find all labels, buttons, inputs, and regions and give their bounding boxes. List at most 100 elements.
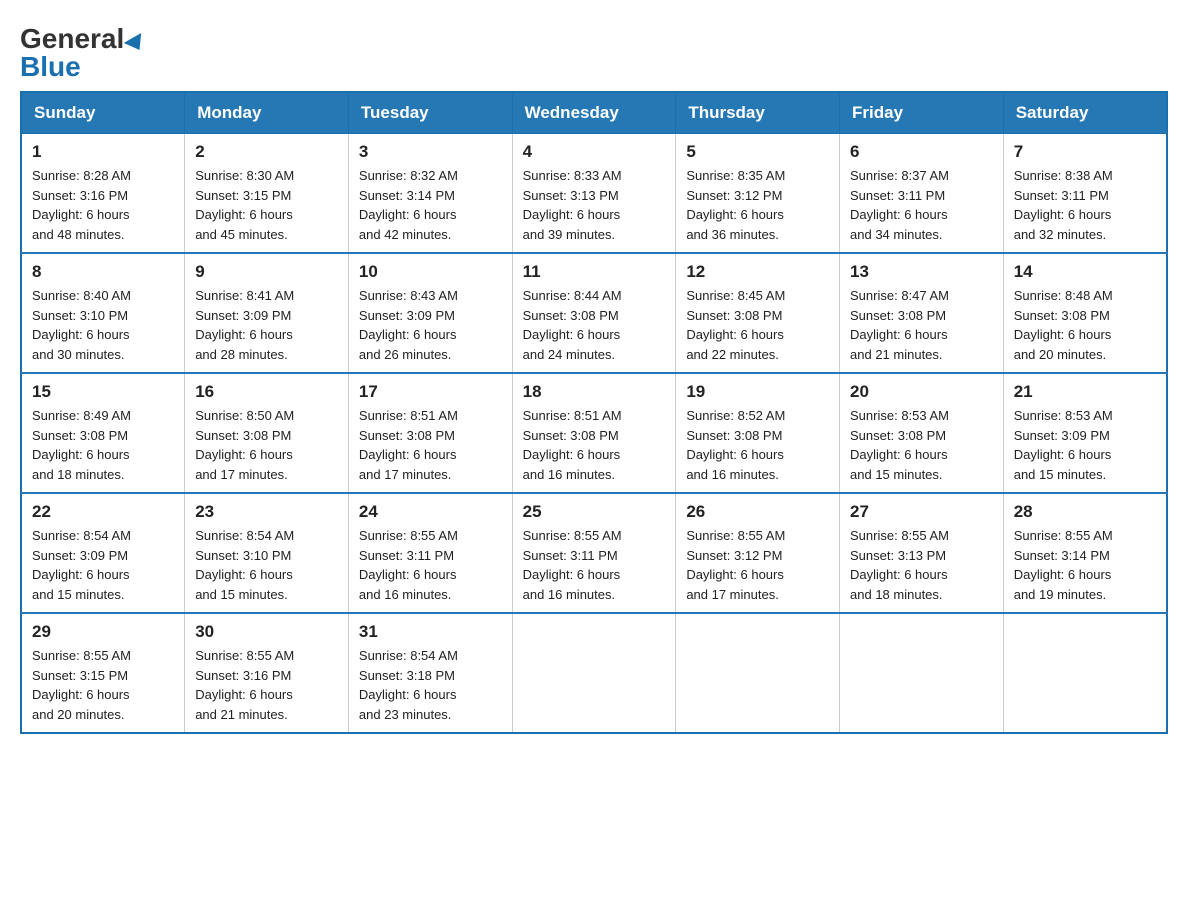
day-info: Sunrise: 8:40 AM Sunset: 3:10 PM Dayligh… xyxy=(32,286,174,364)
day-info: Sunrise: 8:48 AM Sunset: 3:08 PM Dayligh… xyxy=(1014,286,1156,364)
day-number: 9 xyxy=(195,262,338,282)
day-info: Sunrise: 8:55 AM Sunset: 3:11 PM Dayligh… xyxy=(523,526,666,604)
day-info: Sunrise: 8:54 AM Sunset: 3:18 PM Dayligh… xyxy=(359,646,502,724)
logo-blue-text: Blue xyxy=(20,51,81,82)
week-row-2: 8 Sunrise: 8:40 AM Sunset: 3:10 PM Dayli… xyxy=(21,253,1167,373)
calendar-cell: 21 Sunrise: 8:53 AM Sunset: 3:09 PM Dayl… xyxy=(1003,373,1167,493)
weekday-header-sunday: Sunday xyxy=(21,92,185,134)
calendar-cell: 30 Sunrise: 8:55 AM Sunset: 3:16 PM Dayl… xyxy=(185,613,349,733)
calendar-cell: 23 Sunrise: 8:54 AM Sunset: 3:10 PM Dayl… xyxy=(185,493,349,613)
day-info: Sunrise: 8:47 AM Sunset: 3:08 PM Dayligh… xyxy=(850,286,993,364)
day-number: 14 xyxy=(1014,262,1156,282)
page-header: General Blue xyxy=(20,20,1168,81)
day-number: 8 xyxy=(32,262,174,282)
weekday-header-monday: Monday xyxy=(185,92,349,134)
calendar-cell: 12 Sunrise: 8:45 AM Sunset: 3:08 PM Dayl… xyxy=(676,253,840,373)
week-row-4: 22 Sunrise: 8:54 AM Sunset: 3:09 PM Dayl… xyxy=(21,493,1167,613)
calendar-cell: 7 Sunrise: 8:38 AM Sunset: 3:11 PM Dayli… xyxy=(1003,134,1167,254)
day-info: Sunrise: 8:35 AM Sunset: 3:12 PM Dayligh… xyxy=(686,166,829,244)
weekday-header-thursday: Thursday xyxy=(676,92,840,134)
calendar-cell: 20 Sunrise: 8:53 AM Sunset: 3:08 PM Dayl… xyxy=(840,373,1004,493)
day-info: Sunrise: 8:55 AM Sunset: 3:15 PM Dayligh… xyxy=(32,646,174,724)
day-number: 15 xyxy=(32,382,174,402)
day-info: Sunrise: 8:33 AM Sunset: 3:13 PM Dayligh… xyxy=(523,166,666,244)
day-number: 30 xyxy=(195,622,338,642)
calendar-cell xyxy=(840,613,1004,733)
day-info: Sunrise: 8:55 AM Sunset: 3:13 PM Dayligh… xyxy=(850,526,993,604)
day-number: 2 xyxy=(195,142,338,162)
day-info: Sunrise: 8:41 AM Sunset: 3:09 PM Dayligh… xyxy=(195,286,338,364)
day-number: 12 xyxy=(686,262,829,282)
calendar-cell: 31 Sunrise: 8:54 AM Sunset: 3:18 PM Dayl… xyxy=(348,613,512,733)
day-number: 19 xyxy=(686,382,829,402)
day-number: 27 xyxy=(850,502,993,522)
day-number: 13 xyxy=(850,262,993,282)
calendar-cell: 27 Sunrise: 8:55 AM Sunset: 3:13 PM Dayl… xyxy=(840,493,1004,613)
weekday-header-wednesday: Wednesday xyxy=(512,92,676,134)
logo-general-text: General xyxy=(20,23,124,54)
calendar-cell: 13 Sunrise: 8:47 AM Sunset: 3:08 PM Dayl… xyxy=(840,253,1004,373)
logo-general-line: General xyxy=(20,25,146,53)
day-number: 16 xyxy=(195,382,338,402)
day-number: 5 xyxy=(686,142,829,162)
calendar-cell: 3 Sunrise: 8:32 AM Sunset: 3:14 PM Dayli… xyxy=(348,134,512,254)
day-number: 29 xyxy=(32,622,174,642)
day-info: Sunrise: 8:55 AM Sunset: 3:16 PM Dayligh… xyxy=(195,646,338,724)
calendar-cell: 1 Sunrise: 8:28 AM Sunset: 3:16 PM Dayli… xyxy=(21,134,185,254)
calendar-cell: 10 Sunrise: 8:43 AM Sunset: 3:09 PM Dayl… xyxy=(348,253,512,373)
day-info: Sunrise: 8:54 AM Sunset: 3:09 PM Dayligh… xyxy=(32,526,174,604)
calendar-cell: 4 Sunrise: 8:33 AM Sunset: 3:13 PM Dayli… xyxy=(512,134,676,254)
day-info: Sunrise: 8:53 AM Sunset: 3:08 PM Dayligh… xyxy=(850,406,993,484)
logo: General Blue xyxy=(20,20,146,81)
day-info: Sunrise: 8:55 AM Sunset: 3:14 PM Dayligh… xyxy=(1014,526,1156,604)
calendar-cell: 8 Sunrise: 8:40 AM Sunset: 3:10 PM Dayli… xyxy=(21,253,185,373)
day-info: Sunrise: 8:54 AM Sunset: 3:10 PM Dayligh… xyxy=(195,526,338,604)
calendar-cell: 24 Sunrise: 8:55 AM Sunset: 3:11 PM Dayl… xyxy=(348,493,512,613)
calendar-cell xyxy=(512,613,676,733)
day-number: 7 xyxy=(1014,142,1156,162)
calendar-cell: 29 Sunrise: 8:55 AM Sunset: 3:15 PM Dayl… xyxy=(21,613,185,733)
day-info: Sunrise: 8:30 AM Sunset: 3:15 PM Dayligh… xyxy=(195,166,338,244)
calendar-cell: 5 Sunrise: 8:35 AM Sunset: 3:12 PM Dayli… xyxy=(676,134,840,254)
calendar-cell: 6 Sunrise: 8:37 AM Sunset: 3:11 PM Dayli… xyxy=(840,134,1004,254)
day-number: 25 xyxy=(523,502,666,522)
day-info: Sunrise: 8:28 AM Sunset: 3:16 PM Dayligh… xyxy=(32,166,174,244)
calendar-cell: 16 Sunrise: 8:50 AM Sunset: 3:08 PM Dayl… xyxy=(185,373,349,493)
week-row-1: 1 Sunrise: 8:28 AM Sunset: 3:16 PM Dayli… xyxy=(21,134,1167,254)
week-row-5: 29 Sunrise: 8:55 AM Sunset: 3:15 PM Dayl… xyxy=(21,613,1167,733)
day-info: Sunrise: 8:52 AM Sunset: 3:08 PM Dayligh… xyxy=(686,406,829,484)
day-number: 1 xyxy=(32,142,174,162)
day-number: 18 xyxy=(523,382,666,402)
day-info: Sunrise: 8:44 AM Sunset: 3:08 PM Dayligh… xyxy=(523,286,666,364)
week-row-3: 15 Sunrise: 8:49 AM Sunset: 3:08 PM Dayl… xyxy=(21,373,1167,493)
day-info: Sunrise: 8:49 AM Sunset: 3:08 PM Dayligh… xyxy=(32,406,174,484)
day-number: 6 xyxy=(850,142,993,162)
calendar-cell: 15 Sunrise: 8:49 AM Sunset: 3:08 PM Dayl… xyxy=(21,373,185,493)
weekday-header-friday: Friday xyxy=(840,92,1004,134)
calendar-cell: 22 Sunrise: 8:54 AM Sunset: 3:09 PM Dayl… xyxy=(21,493,185,613)
day-number: 24 xyxy=(359,502,502,522)
calendar-cell: 28 Sunrise: 8:55 AM Sunset: 3:14 PM Dayl… xyxy=(1003,493,1167,613)
logo-triangle-icon xyxy=(124,33,148,55)
day-number: 23 xyxy=(195,502,338,522)
day-number: 28 xyxy=(1014,502,1156,522)
day-number: 17 xyxy=(359,382,502,402)
day-number: 31 xyxy=(359,622,502,642)
calendar-cell: 11 Sunrise: 8:44 AM Sunset: 3:08 PM Dayl… xyxy=(512,253,676,373)
day-number: 20 xyxy=(850,382,993,402)
day-info: Sunrise: 8:50 AM Sunset: 3:08 PM Dayligh… xyxy=(195,406,338,484)
calendar-cell: 25 Sunrise: 8:55 AM Sunset: 3:11 PM Dayl… xyxy=(512,493,676,613)
calendar-cell: 17 Sunrise: 8:51 AM Sunset: 3:08 PM Dayl… xyxy=(348,373,512,493)
day-info: Sunrise: 8:32 AM Sunset: 3:14 PM Dayligh… xyxy=(359,166,502,244)
calendar-cell: 19 Sunrise: 8:52 AM Sunset: 3:08 PM Dayl… xyxy=(676,373,840,493)
day-info: Sunrise: 8:43 AM Sunset: 3:09 PM Dayligh… xyxy=(359,286,502,364)
calendar-cell xyxy=(1003,613,1167,733)
day-number: 21 xyxy=(1014,382,1156,402)
weekday-header-row: SundayMondayTuesdayWednesdayThursdayFrid… xyxy=(21,92,1167,134)
day-info: Sunrise: 8:45 AM Sunset: 3:08 PM Dayligh… xyxy=(686,286,829,364)
day-number: 11 xyxy=(523,262,666,282)
calendar-cell: 14 Sunrise: 8:48 AM Sunset: 3:08 PM Dayl… xyxy=(1003,253,1167,373)
calendar-cell: 18 Sunrise: 8:51 AM Sunset: 3:08 PM Dayl… xyxy=(512,373,676,493)
weekday-header-tuesday: Tuesday xyxy=(348,92,512,134)
calendar-table: SundayMondayTuesdayWednesdayThursdayFrid… xyxy=(20,91,1168,734)
